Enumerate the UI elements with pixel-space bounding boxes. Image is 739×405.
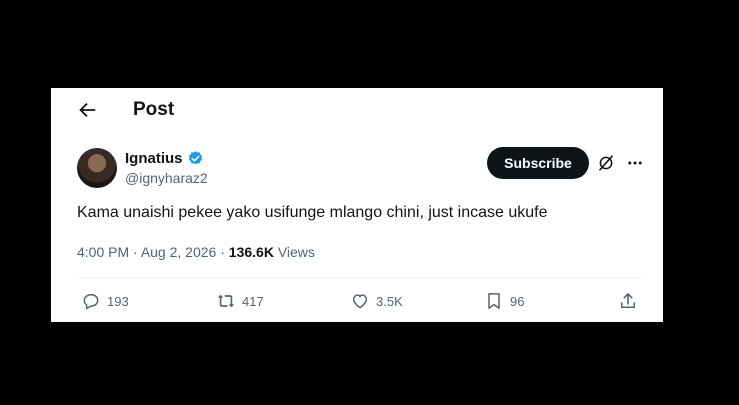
divider	[77, 277, 643, 278]
like-count: 3.5K	[376, 293, 403, 309]
like-button[interactable]: 3.5K	[350, 291, 403, 311]
post-time[interactable]: 4:00 PM	[77, 244, 129, 260]
page-title: Post	[133, 99, 175, 120]
author-handle[interactable]: @ignyharaz2	[125, 170, 208, 186]
more-options-icon[interactable]	[625, 154, 645, 172]
heart-icon	[353, 294, 367, 309]
author-name-row[interactable]: Ignatius	[125, 150, 204, 167]
verified-badge-icon	[188, 151, 202, 165]
reply-icon	[83, 294, 99, 310]
share-icon	[620, 293, 636, 309]
meta-separator: ·	[129, 244, 141, 260]
reply-count: 193	[107, 293, 129, 309]
post-meta: 4:00 PM · Aug 2, 2026 · 136.6K Views	[77, 244, 315, 260]
post-text: Kama unaishi pekee yako usifunge mlango …	[77, 204, 548, 221]
meta-separator: ·	[216, 244, 229, 260]
repost-icon	[217, 294, 235, 308]
repost-button[interactable]: 417	[216, 291, 264, 311]
share-button[interactable]	[618, 291, 638, 311]
reply-button[interactable]: 193	[81, 291, 129, 311]
views-count: 136.6K	[228, 244, 274, 260]
back-arrow-icon[interactable]	[76, 99, 98, 121]
repost-count: 417	[242, 293, 264, 309]
grok-icon[interactable]	[597, 154, 615, 172]
bookmark-count: 96	[510, 293, 525, 309]
post-card: Post Ignatius @ignyharaz2 Subscribe Kama…	[51, 88, 663, 322]
post-date[interactable]: Aug 2, 2026	[141, 244, 217, 260]
subscribe-button[interactable]: Subscribe	[487, 147, 589, 179]
post-header: Post	[51, 88, 663, 134]
avatar[interactable]	[77, 148, 117, 188]
author-name[interactable]: Ignatius	[125, 150, 183, 167]
bookmark-button[interactable]: 96	[484, 291, 524, 311]
views-label: Views	[277, 244, 315, 260]
bookmark-icon	[488, 293, 500, 309]
